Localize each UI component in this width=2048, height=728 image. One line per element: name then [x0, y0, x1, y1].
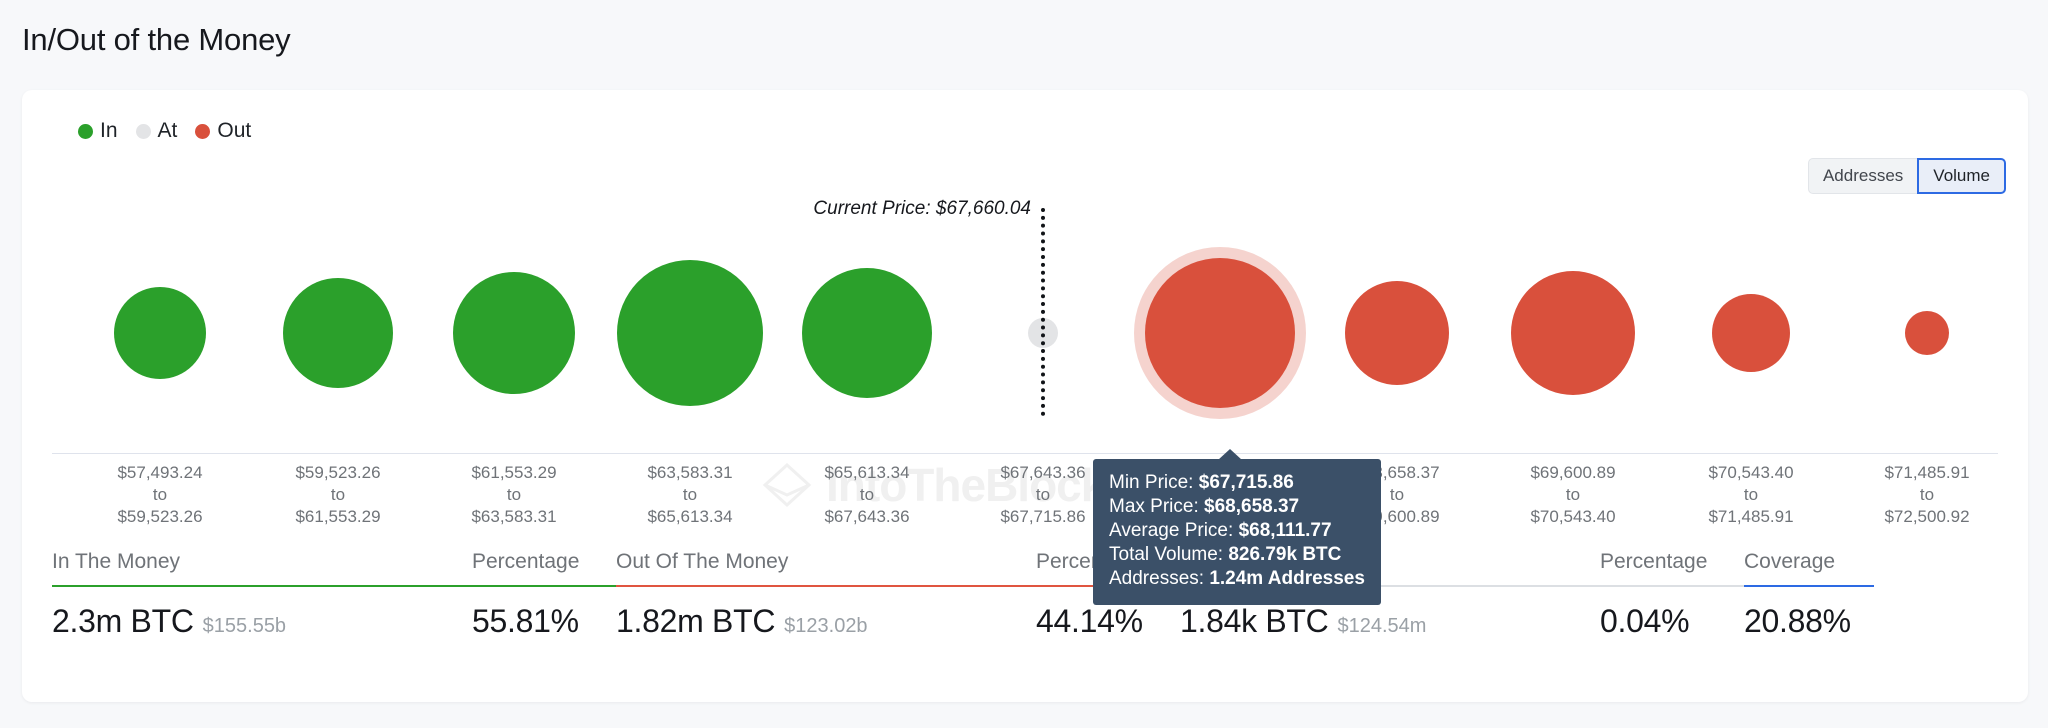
stat-out-of-the-money-2: Out Of The Money 1.82m BTC $123.02b: [616, 550, 1036, 640]
stat-label: Coverage: [1744, 550, 1836, 573]
bubble-in-4[interactable]: [802, 268, 932, 398]
tooltip-row-value: $67,715.86: [1198, 472, 1294, 493]
stat-value-row: 2.3m BTC $155.55b: [52, 587, 472, 640]
tooltip-row-label: Total Volume:: [1109, 544, 1224, 565]
bubble-in-2[interactable]: [453, 272, 575, 394]
tooltip-row: Min Price: $67,715.86: [1109, 471, 1365, 495]
toggle-volume-button[interactable]: Volume: [1917, 158, 2006, 194]
x-axis-label-10: $71,485.91 to $72,500.92: [1884, 463, 1970, 526]
stat-label: In The Money: [52, 550, 181, 573]
tooltip-row-value: $68,658.37: [1204, 496, 1300, 517]
bubble-in-0[interactable]: [114, 287, 206, 379]
x-axis-label-4: $65,613.34 to $67,643.36: [824, 463, 910, 526]
x-axis-label-0: $57,493.24 to $59,523.26: [117, 463, 203, 526]
bubble-tooltip: Min Price: $67,715.86 Max Price: $68,658.…: [1093, 449, 1381, 605]
stat-percentage-1: Percentage 55.81%: [472, 550, 616, 640]
stat-label: Percentage: [472, 550, 580, 573]
stat-label: Percentage: [1600, 550, 1708, 573]
stat-primary-value: 2.3m BTC: [52, 603, 194, 639]
x-axis-label-3: $63,583.31 to $65,613.34: [647, 463, 733, 526]
tooltip-row: Addresses: 1.24m Addresses: [1109, 567, 1365, 591]
tooltip-row: Total Volume: 826.79k BTC: [1109, 543, 1365, 567]
bubble-out-7[interactable]: [1345, 281, 1449, 385]
screen-root: In/Out of the Money In At Out Addresses Vol…: [0, 0, 2048, 728]
x-axis-label-2: $61,553.29 to $63,583.31: [471, 463, 557, 526]
stat-primary-value: 1.82m BTC: [616, 603, 776, 639]
stat-percentage-5: Percentage 0.04%: [1600, 550, 1744, 640]
stat-in-the-money-0: In The Money 2.3m BTC $155.55b: [52, 550, 472, 640]
tooltip-row-value: 826.79k BTC: [1228, 544, 1342, 565]
stat-secondary-value: $123.02b: [784, 615, 868, 637]
stat-secondary-value: $155.55b: [202, 615, 287, 637]
tooltip-row: Max Price: $68,658.37: [1109, 495, 1365, 519]
stat-value-row: 1.82m BTC $123.02b: [616, 587, 1036, 640]
tooltip-row: Average Price: $68,111.77: [1109, 519, 1365, 543]
x-axis-label-1: $59,523.26 to $61,553.29: [295, 463, 381, 526]
x-axis-line: [52, 453, 1998, 454]
stat-value-row: 55.81%: [472, 587, 616, 640]
stat-secondary-value: $124.54m: [1337, 615, 1427, 637]
current-price-label: Current Price: $67,660.04: [813, 198, 1031, 219]
current-price-line: [1041, 208, 1045, 416]
bubble-out-8[interactable]: [1511, 271, 1635, 395]
x-axis-label-9: $70,543.40 to $71,485.91: [1708, 463, 1794, 526]
stat-primary-value: 20.88%: [1744, 603, 1851, 639]
stat-primary-value: 44.14%: [1036, 603, 1143, 639]
tooltip-arrow: [1218, 449, 1242, 460]
tooltip-row-label: Min Price:: [1109, 472, 1194, 493]
tooltip-row-label: Max Price:: [1109, 496, 1199, 517]
bubble-out-9[interactable]: [1712, 294, 1790, 372]
summary-stats: In The Money 2.3m BTC $155.55b Percentage 55…: [52, 550, 1874, 640]
bubble-in-3[interactable]: [617, 260, 763, 406]
bubble-in-1[interactable]: [283, 278, 393, 388]
stat-label: Out Of The Money: [616, 550, 789, 573]
tooltip-row-value: 1.24m Addresses: [1209, 568, 1365, 589]
page-title: In/Out of the Money: [22, 22, 291, 57]
stat-primary-value: 1.84k BTC: [1180, 603, 1329, 639]
stat-primary-value: 55.81%: [472, 603, 579, 639]
tooltip-row-label: Average Price:: [1109, 520, 1234, 541]
bubble-out-10[interactable]: [1905, 311, 1949, 355]
stat-primary-value: 0.04%: [1600, 603, 1690, 639]
tooltip-row-value: $68,111.77: [1238, 520, 1332, 541]
tooltip-row-label: Addresses:: [1109, 568, 1205, 589]
stat-coverage-6: Coverage 20.88%: [1744, 550, 1874, 640]
bubble-out-6[interactable]: [1145, 258, 1295, 408]
in-out-of-money-card: In At Out Addresses Volume IntoTheBlock Cur…: [22, 90, 2028, 702]
stat-value-row: 0.04%: [1600, 587, 1744, 640]
stat-value-row: 20.88%: [1744, 587, 1874, 640]
x-axis-label-8: $69,600.89 to $70,543.40: [1530, 463, 1616, 526]
